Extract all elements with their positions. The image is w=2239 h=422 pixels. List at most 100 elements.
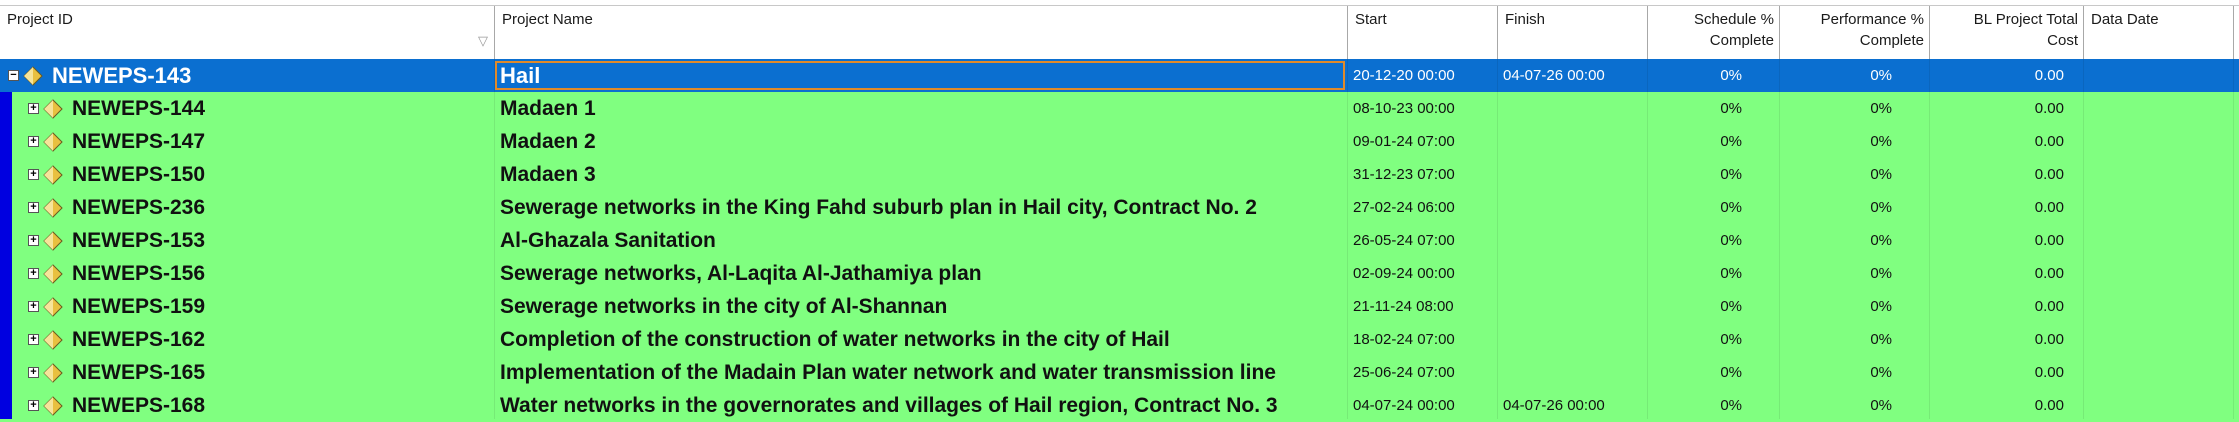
project-id-cell[interactable]: NEWEPS-156 bbox=[72, 257, 492, 290]
data-date-cell[interactable] bbox=[2086, 290, 2234, 323]
project-id-cell[interactable]: NEWEPS-153 bbox=[72, 224, 492, 257]
performance-percent-cell[interactable]: 0% bbox=[1780, 191, 1930, 224]
project-id-cell[interactable]: NEWEPS-147 bbox=[72, 125, 492, 158]
data-date-cell[interactable] bbox=[2086, 224, 2234, 257]
performance-percent-cell[interactable]: 0% bbox=[1780, 224, 1930, 257]
project-name-cell[interactable]: Water networks in the governorates and v… bbox=[500, 389, 1343, 422]
schedule-percent-cell[interactable]: 0% bbox=[1648, 224, 1780, 257]
column-header-start[interactable]: Start bbox=[1348, 6, 1498, 59]
eps-row[interactable]: + NEWEPS-162 Completion of the constructio… bbox=[0, 323, 2239, 356]
data-date-cell[interactable] bbox=[2086, 158, 2234, 191]
eps-row[interactable]: + NEWEPS-165 Implementation of the Madain … bbox=[0, 356, 2239, 389]
data-date-cell[interactable] bbox=[2086, 92, 2234, 125]
project-name-cell[interactable]: Madaen 3 bbox=[500, 158, 1343, 191]
performance-percent-cell[interactable]: 0% bbox=[1780, 389, 1930, 422]
schedule-percent-cell[interactable]: 0% bbox=[1648, 389, 1780, 422]
bl-total-cost-cell[interactable]: 0.00 bbox=[1930, 323, 2084, 356]
expand-toggle-icon[interactable]: + bbox=[28, 202, 39, 213]
data-date-cell[interactable] bbox=[2086, 59, 2234, 92]
finish-date-cell[interactable] bbox=[1500, 92, 1648, 125]
project-name-cell[interactable]: Sewerage networks, Al-Laqita Al-Jathamiy… bbox=[500, 257, 1343, 290]
bl-total-cost-cell[interactable]: 0.00 bbox=[1930, 257, 2084, 290]
column-header-finish[interactable]: Finish bbox=[1498, 6, 1648, 59]
start-date-cell[interactable]: 08-10-23 00:00 bbox=[1350, 92, 1498, 125]
start-date-cell[interactable]: 31-12-23 07:00 bbox=[1350, 158, 1498, 191]
project-id-cell[interactable]: NEWEPS-159 bbox=[72, 290, 492, 323]
finish-date-cell[interactable] bbox=[1500, 125, 1648, 158]
performance-percent-cell[interactable]: 0% bbox=[1780, 92, 1930, 125]
column-header-bl-total-cost[interactable]: BL Project Total Cost bbox=[1930, 6, 2084, 59]
eps-row[interactable]: + NEWEPS-156 Sewerage networks, Al-Laqita … bbox=[0, 257, 2239, 290]
finish-date-cell[interactable] bbox=[1500, 323, 1648, 356]
project-name-cell[interactable]: Madaen 1 bbox=[500, 92, 1343, 125]
finish-date-cell[interactable] bbox=[1500, 290, 1648, 323]
performance-percent-cell[interactable]: 0% bbox=[1780, 257, 1930, 290]
project-id-cell[interactable]: NEWEPS-162 bbox=[72, 323, 492, 356]
eps-row[interactable]: + NEWEPS-159 Sewerage networks in the city… bbox=[0, 290, 2239, 323]
start-date-cell[interactable]: 09-01-24 07:00 bbox=[1350, 125, 1498, 158]
data-date-cell[interactable] bbox=[2086, 257, 2234, 290]
eps-row-selected[interactable]: − NEWEPS-143 Hail 20-12-20 00:00 04-07-26 00… bbox=[0, 59, 2239, 92]
performance-percent-cell[interactable]: 0% bbox=[1780, 125, 1930, 158]
expand-toggle-icon[interactable]: + bbox=[28, 169, 39, 180]
project-name-cell[interactable]: Al-Ghazala Sanitation bbox=[500, 224, 1343, 257]
schedule-percent-cell[interactable]: 0% bbox=[1648, 323, 1780, 356]
eps-row[interactable]: + NEWEPS-153 Al-Ghazala Sanitation 26-05-24… bbox=[0, 224, 2239, 257]
finish-date-cell[interactable] bbox=[1500, 224, 1648, 257]
start-date-cell[interactable]: 27-02-24 06:00 bbox=[1350, 191, 1498, 224]
bl-total-cost-cell[interactable]: 0.00 bbox=[1930, 389, 2084, 422]
data-date-cell[interactable] bbox=[2086, 191, 2234, 224]
sort-funnel-icon[interactable]: ▽ bbox=[478, 30, 488, 51]
project-id-cell[interactable]: NEWEPS-165 bbox=[72, 356, 492, 389]
finish-date-cell[interactable] bbox=[1500, 356, 1648, 389]
project-name-cell[interactable]: Madaen 2 bbox=[500, 125, 1343, 158]
data-date-cell[interactable] bbox=[2086, 356, 2234, 389]
project-name-cell[interactable]: Completion of the construction of water … bbox=[500, 323, 1343, 356]
schedule-percent-cell[interactable]: 0% bbox=[1648, 158, 1780, 191]
schedule-percent-cell[interactable]: 0% bbox=[1648, 191, 1780, 224]
eps-row[interactable]: + NEWEPS-144 Madaen 1 08-10-23 00:00 0% 0% 0.0… bbox=[0, 92, 2239, 125]
start-date-cell[interactable]: 04-07-24 00:00 bbox=[1350, 389, 1498, 422]
performance-percent-cell[interactable]: 0% bbox=[1780, 158, 1930, 191]
expand-toggle-icon[interactable]: + bbox=[28, 334, 39, 345]
bl-total-cost-cell[interactable]: 0.00 bbox=[1930, 290, 2084, 323]
expand-toggle-icon[interactable]: + bbox=[28, 367, 39, 378]
bl-total-cost-cell[interactable]: 0.00 bbox=[1930, 92, 2084, 125]
cell-edit-focus-box[interactable] bbox=[495, 61, 1345, 90]
collapse-toggle-icon[interactable]: − bbox=[8, 70, 19, 81]
schedule-percent-cell[interactable]: 0% bbox=[1648, 125, 1780, 158]
column-header-schedule-complete[interactable]: Schedule % Complete bbox=[1648, 6, 1780, 59]
column-header-performance-complete[interactable]: Performance % Complete bbox=[1780, 6, 1930, 59]
project-name-cell[interactable]: Implementation of the Madain Plan water … bbox=[500, 356, 1343, 389]
project-id-cell[interactable]: NEWEPS-236 bbox=[72, 191, 492, 224]
finish-date-cell[interactable] bbox=[1500, 191, 1648, 224]
data-date-cell[interactable] bbox=[2086, 323, 2234, 356]
project-name-cell[interactable]: Sewerage networks in the King Fahd subur… bbox=[500, 191, 1343, 224]
schedule-percent-cell[interactable]: 0% bbox=[1648, 92, 1780, 125]
bl-total-cost-cell[interactable]: 0.00 bbox=[1930, 356, 2084, 389]
bl-total-cost-cell[interactable]: 0.00 bbox=[1930, 125, 2084, 158]
project-name-cell[interactable]: Sewerage networks in the city of Al-Shan… bbox=[500, 290, 1343, 323]
column-header-data-date[interactable]: Data Date bbox=[2084, 6, 2234, 59]
expand-toggle-icon[interactable]: + bbox=[28, 301, 39, 312]
start-date-cell[interactable]: 20-12-20 00:00 bbox=[1350, 59, 1498, 92]
project-id-cell[interactable]: NEWEPS-168 bbox=[72, 389, 492, 422]
schedule-percent-cell[interactable]: 0% bbox=[1648, 257, 1780, 290]
start-date-cell[interactable]: 26-05-24 07:00 bbox=[1350, 224, 1498, 257]
schedule-percent-cell[interactable]: 0% bbox=[1648, 59, 1780, 92]
project-id-cell[interactable]: NEWEPS-143 bbox=[52, 59, 492, 92]
bl-total-cost-cell[interactable]: 0.00 bbox=[1930, 191, 2084, 224]
expand-toggle-icon[interactable]: + bbox=[28, 235, 39, 246]
expand-toggle-icon[interactable]: + bbox=[28, 400, 39, 411]
expand-toggle-icon[interactable]: + bbox=[28, 268, 39, 279]
project-id-cell[interactable]: NEWEPS-144 bbox=[72, 92, 492, 125]
start-date-cell[interactable]: 21-11-24 08:00 bbox=[1350, 290, 1498, 323]
performance-percent-cell[interactable]: 0% bbox=[1780, 356, 1930, 389]
finish-date-cell[interactable]: 04-07-26 00:00 bbox=[1500, 389, 1648, 422]
finish-date-cell[interactable]: 04-07-26 00:00 bbox=[1500, 59, 1648, 92]
project-id-cell[interactable]: NEWEPS-150 bbox=[72, 158, 492, 191]
finish-date-cell[interactable] bbox=[1500, 158, 1648, 191]
eps-row[interactable]: + NEWEPS-168 Water networks in the governo… bbox=[0, 389, 2239, 422]
bl-total-cost-cell[interactable]: 0.00 bbox=[1930, 59, 2084, 92]
performance-percent-cell[interactable]: 0% bbox=[1780, 290, 1930, 323]
